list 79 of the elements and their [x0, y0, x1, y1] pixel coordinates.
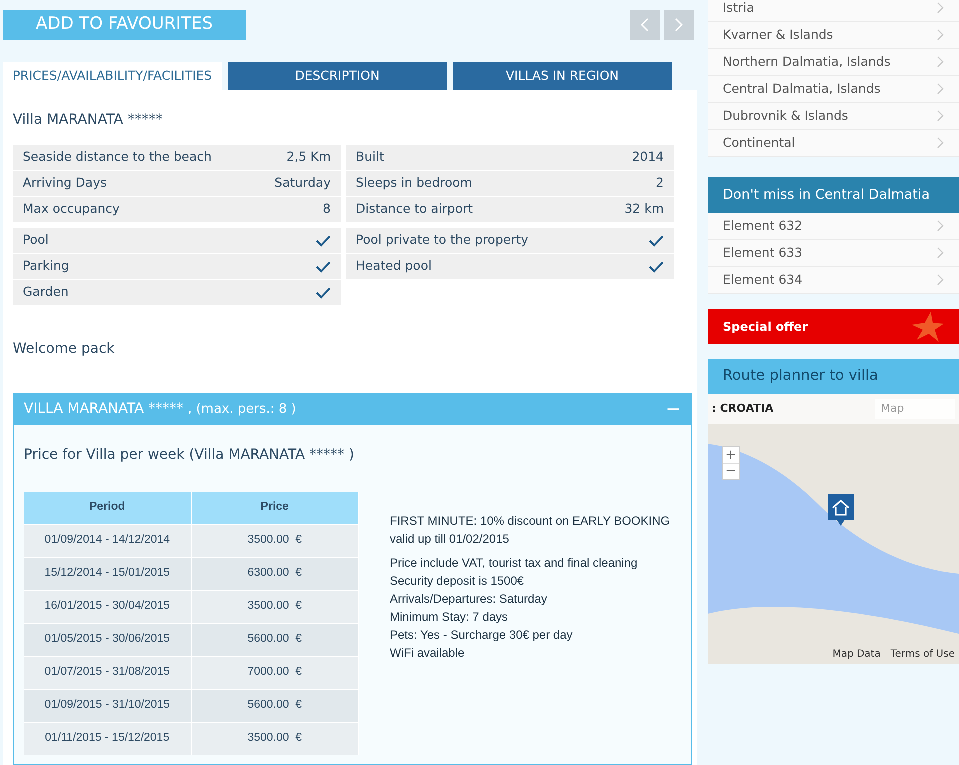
- zoom-in-button[interactable]: +: [723, 447, 739, 463]
- table-cell: 5600.00 €: [191, 689, 358, 722]
- facility-label: Sleeps in bedroom: [356, 174, 472, 192]
- table-cell: 6300.00 €: [191, 557, 358, 590]
- region-link[interactable]: Element 633: [708, 240, 959, 267]
- chevron-right-icon: [937, 83, 944, 95]
- special-offer-label: Special offer: [723, 318, 808, 336]
- price-note: Security deposit is 1500€: [390, 573, 526, 590]
- facility-label: Garden: [23, 283, 69, 302]
- table-cell: 15/12/2014 - 15/01/2015: [24, 557, 192, 590]
- price-note: Pets: Yes - Surcharge 30€ per day: [390, 627, 574, 644]
- facility-label: Arriving Days: [23, 174, 107, 192]
- chevron-right-icon: [937, 29, 944, 41]
- facility-label: Pool private to the property: [356, 231, 529, 250]
- region-link[interactable]: Dubrovnik & Islands: [708, 103, 959, 130]
- facility-value: 2: [656, 174, 664, 192]
- country-label: : CROATIA: [712, 400, 774, 417]
- table-cell: 01/07/2015 - 31/08/2015: [24, 656, 192, 689]
- tab[interactable]: VILLAS IN REGION: [453, 62, 672, 90]
- chevron-right-icon: [937, 110, 944, 122]
- tab[interactable]: DESCRIPTION: [228, 62, 447, 90]
- map-attribution-link[interactable]: Map Data: [832, 647, 881, 662]
- facility-label: Pool: [23, 231, 49, 250]
- zoom-out-button[interactable]: −: [723, 463, 739, 479]
- column-header: Price: [191, 492, 358, 524]
- facility-label: Distance to airport: [356, 200, 474, 218]
- facility-label: Parking: [23, 257, 70, 276]
- region-link[interactable]: Central Dalmatia, Islands: [708, 76, 959, 103]
- price-note: Arrivals/Departures: Saturday: [390, 591, 548, 608]
- table-cell: 01/11/2015 - 15/12/2015: [24, 722, 192, 755]
- facility-label: Seaside distance to the beach: [23, 148, 212, 166]
- section-header: Route planner to villa: [708, 359, 959, 394]
- region-link[interactable]: Element 632: [708, 213, 959, 240]
- facility-value: 32 km: [624, 200, 664, 218]
- chevron-right-icon: [937, 220, 944, 232]
- tab[interactable]: PRICES/AVAILABILITY/FACILITIES: [3, 62, 222, 90]
- column-header: Period: [24, 492, 192, 524]
- facility-value: 2,5 Km: [286, 148, 331, 166]
- table-cell: 01/09/2015 - 31/10/2015: [24, 689, 192, 722]
- table-cell: 3500.00 €: [191, 722, 358, 755]
- villa-title: Villa MARANATA *****: [13, 111, 164, 130]
- facility-label: Heated pool: [356, 257, 432, 276]
- chevron-right-icon: [937, 56, 944, 68]
- special-offer-banner[interactable]: Special offer: [708, 309, 959, 344]
- region-link[interactable]: Kvarner & Islands: [708, 22, 959, 49]
- chevron-right-icon: [675, 18, 683, 32]
- price-heading: Price for Villa per week (Villa MARANATA ***** ): [24, 446, 356, 465]
- welcome-pack-label: Welcome pack: [13, 340, 116, 359]
- chevron-right-icon: [937, 137, 944, 149]
- table-cell: 5600.00 €: [191, 623, 358, 656]
- region-link[interactable]: Northern Dalmatia, Islands: [708, 49, 959, 76]
- table-cell: 01/05/2015 - 30/06/2015: [24, 623, 192, 656]
- price-note: WiFi available: [390, 645, 466, 662]
- region-link[interactable]: Istria: [708, 0, 959, 22]
- map-attribution-link[interactable]: Terms of Use: [890, 647, 955, 662]
- price-note: valid up till 01/02/2015: [390, 531, 510, 548]
- price-note: Price include VAT, tourist tax and final cleaning: [390, 555, 639, 572]
- chevron-left-icon: [641, 18, 649, 32]
- table-cell: 3500.00 €: [191, 590, 358, 623]
- price-note: Minimum Stay: 7 days: [390, 609, 510, 626]
- facility-label: Max occupancy: [23, 200, 120, 218]
- region-link[interactable]: Continental: [708, 130, 959, 157]
- facility-label: Built: [356, 148, 384, 166]
- table-cell: 16/01/2015 - 30/04/2015: [24, 590, 192, 623]
- chevron-right-icon: [937, 2, 944, 14]
- table-cell: 3500.00 €: [191, 524, 358, 557]
- starfish-icon: [911, 310, 945, 342]
- map-pin-icon: [828, 494, 854, 526]
- section-header: Don't miss in Central Dalmatia: [708, 177, 959, 213]
- facility-value: Saturday: [274, 174, 331, 192]
- price-note: FIRST MINUTE: 10% discount on EARLY BOOKING: [390, 513, 670, 530]
- table-cell: 01/09/2014 - 14/12/2014: [24, 524, 192, 557]
- facility-value: 8: [323, 200, 331, 218]
- region-link[interactable]: Element 634: [708, 267, 959, 294]
- chevron-right-icon: [937, 274, 944, 286]
- panel-title: VILLA MARANATA ***** , (max. pers.: 8 ): [24, 400, 296, 419]
- chevron-right-icon: [937, 247, 944, 259]
- table-cell: 7000.00 €: [191, 656, 358, 689]
- facility-value: 2014: [632, 148, 664, 166]
